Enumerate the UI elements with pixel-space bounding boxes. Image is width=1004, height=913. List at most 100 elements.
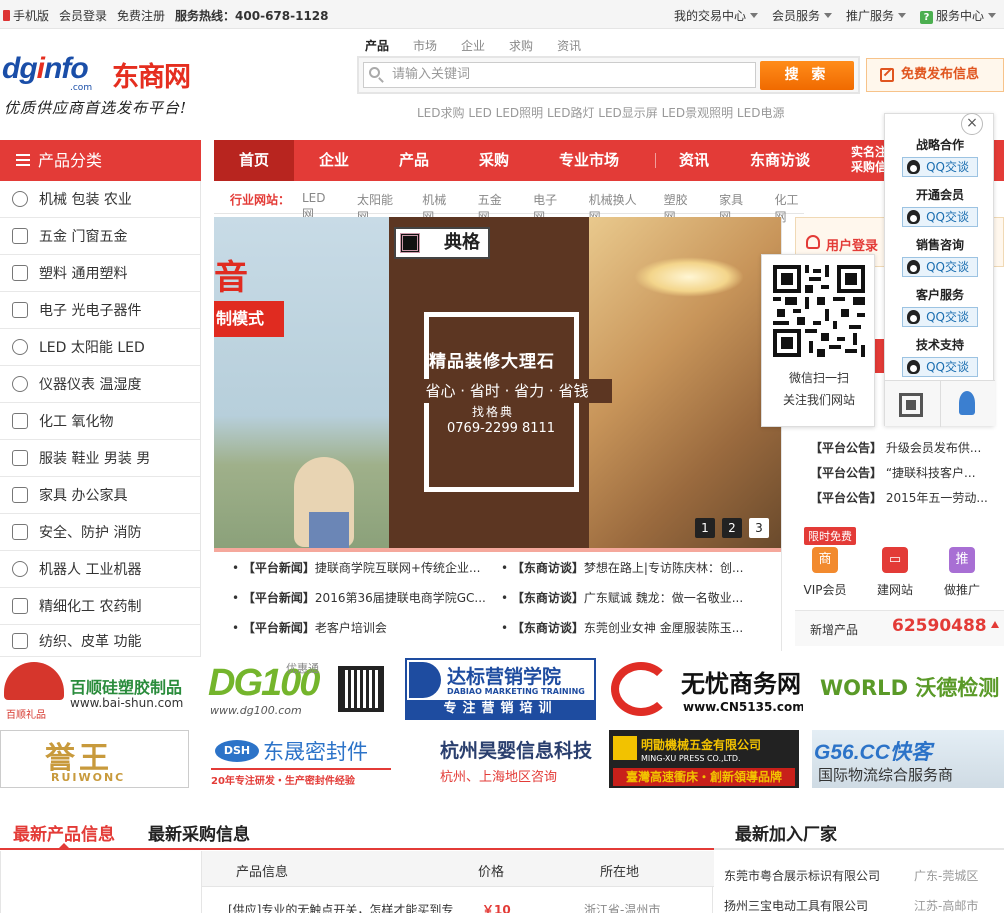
ad-baishun[interactable]: 百顺硅塑胶制品 www.bai-shun.com 百顺礼品 — [0, 658, 198, 720]
publish-button[interactable]: 免费发布信息 — [866, 58, 1004, 92]
user-icon — [806, 235, 820, 249]
category-item[interactable]: 服装 鞋业 男装 男 — [0, 440, 200, 477]
category-item[interactable]: 化工 氧化物 — [0, 403, 200, 440]
carousel-page[interactable]: 2 — [722, 518, 742, 538]
category-item[interactable]: 精细化工 农药制 — [0, 588, 200, 625]
promo-service-menu[interactable]: 推广服务 — [846, 7, 906, 24]
product-location: 浙江省-温州市 — [584, 903, 661, 913]
banner-slogan: 精品装修大理石 — [429, 352, 555, 372]
ad-mingxu[interactable]: 明勖機械五金有限公司 MING-XU PRESS CO.,LTD. 臺灣高速衝床… — [609, 730, 799, 788]
ad-dsh[interactable]: DSH 东晟密封件 20年专注研发・生产密封件经验 — [203, 730, 393, 788]
new-products-label: 新增产品 — [810, 623, 859, 637]
site-logo[interactable]: dginfo 东商网 .com 优质供应商首选发布平台! — [2, 52, 206, 122]
ad-haoying[interactable]: 杭州昊婴信息科技 杭州、上海地区咨询 — [408, 730, 598, 788]
news-item[interactable]: • 【平台新闻】捷联商学院互联网+传统企业... — [232, 559, 497, 576]
column-header: 产品信息 — [236, 865, 289, 880]
category-item[interactable]: 仪器仪表 温湿度 — [0, 366, 200, 403]
banner-carousel[interactable]: 音 制模式 典格 精品装修大理石 省心 · 省时 · 省力 · 省钱 找格典 0… — [214, 217, 781, 548]
login-link[interactable]: 会员登录 — [59, 7, 107, 24]
ad-cn5135[interactable]: 无忧商务网 www.CN5135.com — [607, 658, 803, 720]
notice-item[interactable]: 【平台公告】 升级会员发布供... — [810, 439, 981, 456]
ad-dg100[interactable]: DG100 优惠通 www.dg100.com — [204, 658, 390, 720]
shop-icon: 商 — [812, 547, 838, 573]
category-item[interactable]: 安全、防护 消防 — [0, 514, 200, 551]
nav-company[interactable]: 企业 — [302, 140, 366, 181]
ad-world[interactable]: WORLD 沃德检测 — [814, 658, 1004, 720]
category-item[interactable]: 机械 包装 农业 — [0, 181, 200, 218]
qq-chat-button[interactable]: QQ交谈 — [902, 307, 978, 327]
carousel-page[interactable]: 3 — [749, 518, 769, 538]
qq-chat-button[interactable]: QQ交谈 — [902, 257, 978, 277]
qq-chat-button[interactable]: QQ交谈 — [902, 207, 978, 227]
limit-free-badge: 限时免费 — [804, 527, 856, 545]
factory-item[interactable]: 东莞市粤合展示标识有限公司 广东-莞城区 — [724, 867, 978, 884]
qr-code-icon[interactable] — [899, 393, 923, 417]
category-item[interactable]: 塑料 通用塑料 — [0, 255, 200, 292]
user-login-label[interactable]: 用户登录 — [806, 235, 878, 254]
category-item[interactable]: 机器人 工业机器 — [0, 551, 200, 588]
search-box: 请输入关键词 搜 索 — [357, 56, 860, 94]
ad-yuwang[interactable]: 誉王 RUIWONC — [0, 730, 189, 788]
news-item[interactable]: • 【东商访谈】梦想在路上|专访陈庆林：创... — [501, 559, 771, 576]
build-site-link[interactable]: ▭ 建网站 — [865, 547, 925, 598]
qq-group: 技术支持 QQ交谈 — [885, 336, 995, 377]
flask-icon — [12, 413, 28, 429]
qq-group: 销售咨询 QQ交谈 — [885, 236, 995, 277]
notice-item[interactable]: 【平台公告】 “捷联科技客户... — [810, 464, 976, 481]
hot-keywords[interactable]: LED求购 LED LED照明 LED路灯 LED显示屏 LED景观照明 LED… — [417, 104, 784, 121]
tab-latest-products[interactable]: 最新产品信息 — [13, 820, 115, 845]
news-item[interactable]: • 【平台新闻】2016第36届捷联电商学院GC... — [232, 589, 497, 606]
category-item[interactable]: LED 太阳能 LED — [0, 329, 200, 366]
vip-member-link[interactable]: 商 VIP会员 — [795, 547, 855, 598]
service-center-menu[interactable]: ? 服务中心 — [919, 7, 996, 24]
factory-item[interactable]: 扬州三宝电动工具有限公司 江苏-高邮市 — [724, 897, 978, 913]
member-service-menu[interactable]: 会员服务 — [772, 7, 832, 24]
news-item[interactable]: • 【平台新闻】老客户培训会 — [232, 619, 497, 636]
category-item[interactable]: 家具 办公家具 — [0, 477, 200, 514]
qr-caption: 微信扫一扫 — [788, 371, 849, 385]
nav-product[interactable]: 产品 — [382, 140, 446, 181]
hardware-icon — [12, 228, 28, 244]
edit-icon — [880, 68, 894, 82]
product-title[interactable]: [供应]专业的无触点开关，怎样才能买到专 — [228, 901, 453, 913]
back-to-top-icon[interactable] — [959, 391, 975, 415]
ad-dabiao[interactable]: 达标营销学院 DABIAO MARKETING TRAINING 专注营销培训 — [405, 658, 596, 720]
banner-red-tag: 制模式 — [214, 301, 284, 337]
column-header: 所在地 — [600, 865, 640, 880]
banner-brand-logo: 典格 — [394, 227, 490, 259]
mobile-link[interactable]: 手机版 — [3, 7, 49, 24]
qq-group: 客户服务 QQ交谈 — [885, 286, 995, 327]
category-header[interactable]: 产品分类 — [0, 140, 201, 181]
nav-separator — [655, 153, 656, 168]
banner-underline — [214, 548, 781, 552]
category-item[interactable]: 电子 光电子器件 — [0, 292, 200, 329]
nav-news[interactable]: 资讯 — [662, 140, 726, 181]
nav-interview[interactable]: 东商访谈 — [742, 140, 818, 181]
nav-market[interactable]: 专业市场 — [544, 140, 634, 181]
sliders-icon — [12, 265, 28, 281]
nav-home[interactable]: 首页 — [214, 140, 294, 181]
search-icon — [369, 67, 380, 78]
search-input[interactable]: 请输入关键词 — [363, 62, 756, 88]
category-item[interactable]: 纺织、皮革 功能 — [0, 625, 200, 657]
nav-purchase[interactable]: 采购 — [462, 140, 526, 181]
carousel-page[interactable]: 1 — [695, 518, 715, 538]
ad-g56[interactable]: G56.CC快客 国际物流综合服务商 — [812, 730, 1004, 788]
promote-link[interactable]: 推做推广 — [932, 547, 992, 598]
qr-code-icon — [338, 666, 384, 712]
logo-slogan: 优质供应商首选发布平台! — [4, 99, 188, 117]
menu-icon — [16, 154, 30, 166]
news-item[interactable]: • 【东商访谈】东莞创业女神 金厘服装陈玉... — [501, 619, 771, 636]
close-icon[interactable]: × — [961, 113, 983, 135]
tab-latest-purchases[interactable]: 最新采购信息 — [148, 820, 250, 845]
top-bar: 手机版 会员登录 免费注册 服务热线：400-678-1128 我的交易中心 会… — [0, 0, 1004, 29]
notice-item[interactable]: 【平台公告】 2015年五一劳动... — [810, 489, 988, 506]
qq-chat-button[interactable]: QQ交谈 — [902, 157, 978, 177]
category-item[interactable]: 五金 门窗五金 — [0, 218, 200, 255]
search-button[interactable]: 搜 索 — [760, 61, 854, 90]
news-item[interactable]: • 【东商访谈】广东赋诚 魏龙：做一名敬业... — [501, 589, 771, 606]
register-link[interactable]: 免费注册 — [117, 7, 165, 24]
trade-center-menu[interactable]: 我的交易中心 — [674, 7, 758, 24]
gear-icon — [12, 191, 28, 207]
qq-chat-button[interactable]: QQ交谈 — [902, 357, 978, 377]
